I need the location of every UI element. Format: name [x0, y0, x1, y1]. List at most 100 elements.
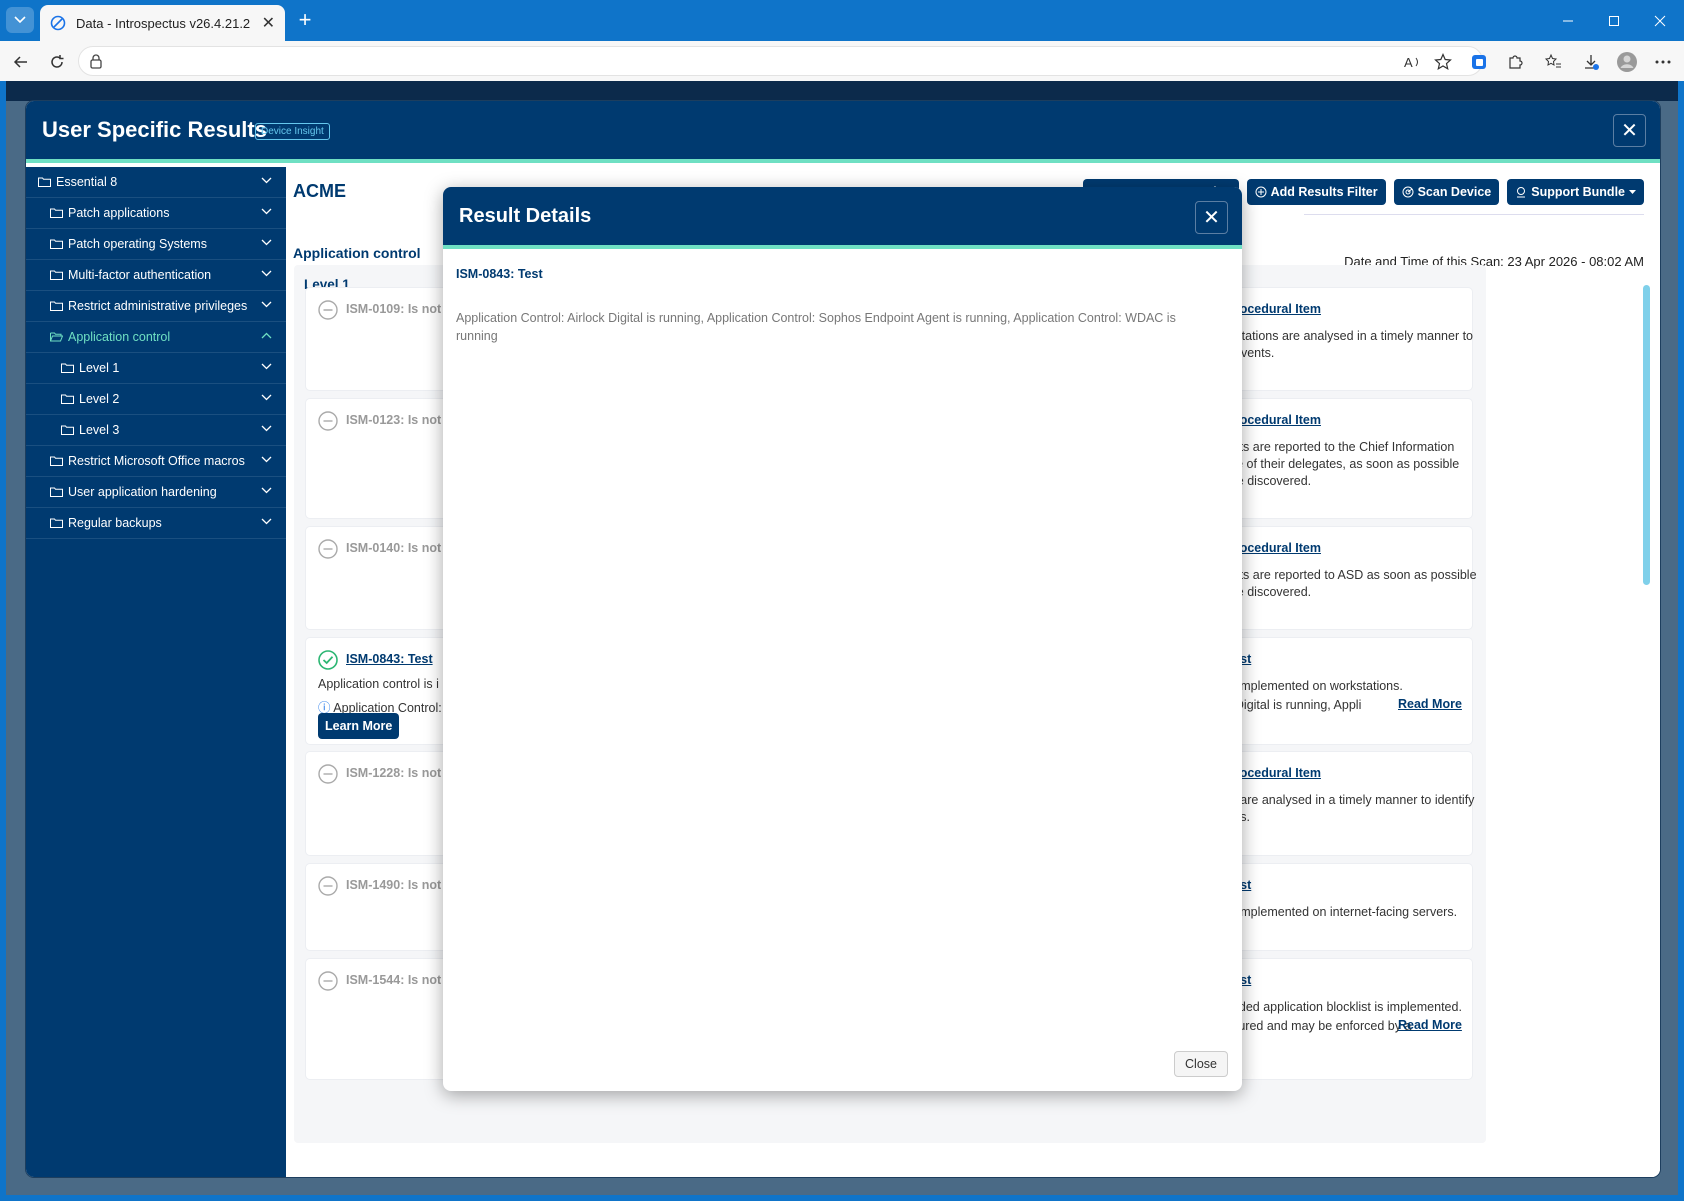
close-window-button[interactable] [1637, 0, 1683, 41]
close-icon [1654, 15, 1666, 26]
learn-more-button[interactable]: Learn More [318, 713, 400, 739]
lock-icon [90, 54, 102, 69]
site-favicon-icon [50, 15, 66, 31]
modal-close-button[interactable]: ✕ [1613, 114, 1646, 147]
device-insight-badge: Device Insight [255, 123, 330, 140]
browser-toolbar: A [0, 41, 1684, 81]
sidebar-item-label: Restrict Microsoft Office macros [68, 454, 245, 468]
scan-device-button[interactable]: Scan Device [1393, 179, 1500, 205]
puzzle-icon [1509, 55, 1523, 69]
chevron-down-icon [261, 270, 272, 277]
sidebar-item-label: Essential 8 [56, 175, 118, 189]
svg-text:A: A [1404, 55, 1413, 70]
sidebar-item[interactable]: Patch applications [26, 198, 286, 229]
check-circle-icon [318, 650, 338, 670]
result-title: ISM-1490: Is not [346, 878, 442, 892]
chevron-down-icon [261, 518, 272, 525]
result-title: ISM-1228: Is not [346, 766, 442, 780]
browser-tab-active[interactable]: Data - Introspectus v26.4.21.2 ✕ [40, 5, 285, 41]
sidebar-item[interactable]: Essential 8 [26, 167, 286, 198]
tab-close-icon[interactable]: ✕ [262, 13, 275, 33]
sidebar-item[interactable]: Patch operating Systems [26, 229, 286, 260]
folder-icon [50, 301, 63, 311]
folder-icon [61, 363, 74, 373]
new-tab-button[interactable]: + [292, 8, 318, 34]
sidebar-item-label: Patch applications [68, 206, 170, 220]
profile-button[interactable] [1614, 49, 1640, 75]
folder-icon [61, 394, 74, 404]
chevron-down-icon [14, 16, 26, 24]
folder-icon [38, 177, 51, 187]
address-bar[interactable] [78, 46, 1483, 76]
minus-circle-icon [318, 300, 338, 320]
org-name: ACME [293, 181, 346, 201]
read-aloud-button[interactable]: A [1400, 49, 1426, 75]
dialog-close-button[interactable]: Close [1174, 1051, 1228, 1077]
extensions-button[interactable] [1502, 49, 1528, 75]
sidebar-item-label: Multi-factor authentication [68, 268, 212, 282]
support-bundle-button[interactable]: Support Bundle [1507, 179, 1644, 205]
dialog-header: Result Details ✕ [443, 187, 1242, 249]
minus-circle-icon [318, 876, 338, 896]
settings-more-button[interactable] [1650, 49, 1676, 75]
result-title: ISM-0109: Is not [346, 302, 442, 316]
sidebar-item[interactable]: Regular backups [26, 508, 286, 539]
result-title: ISM-0140: Is not [346, 541, 442, 555]
tab-title: Data - Introspectus v26.4.21.2 [76, 15, 251, 31]
sidebar-item[interactable]: Application control [26, 322, 286, 353]
folder-icon [50, 518, 63, 528]
favorite-button[interactable] [1430, 49, 1456, 75]
result-title[interactable]: ISM-0843: Test [346, 652, 433, 666]
sidebar-item[interactable]: Level 2 [26, 384, 286, 415]
downloads-button[interactable] [1578, 49, 1604, 75]
tab-actions-button[interactable] [6, 7, 34, 33]
back-button[interactable] [8, 49, 34, 75]
support-bundle-label: Support Bundle [1531, 185, 1625, 199]
sidebar-item-label: Level 3 [79, 423, 120, 437]
sidebar-item[interactable]: User application hardening [26, 477, 286, 508]
plus-circle-icon [1255, 186, 1267, 198]
results-scrollbar[interactable] [1643, 285, 1650, 585]
chevron-down-icon [261, 208, 272, 215]
result-details-dialog: Result Details ✕ ISM-0843: Test Applicat… [443, 187, 1242, 1091]
folder-icon [50, 270, 63, 280]
sidebar-item[interactable]: Multi-factor authentication [26, 260, 286, 291]
scan-device-label: Scan Device [1417, 185, 1492, 199]
minus-circle-icon [318, 539, 338, 559]
collections-button[interactable] [1466, 49, 1492, 75]
sidebar-item[interactable]: Level 1 [26, 353, 286, 384]
sidebar-item-label: Level 1 [79, 361, 120, 375]
minimize-window-button[interactable] [1545, 0, 1591, 41]
maximize-window-button[interactable] [1591, 0, 1637, 41]
add-results-filter-button[interactable]: Add Results Filter [1246, 179, 1386, 205]
chevron-down-icon [261, 425, 272, 432]
maximize-icon [1609, 15, 1619, 26]
sidebar-item[interactable]: Level 3 [26, 415, 286, 446]
chevron-down-icon [261, 487, 272, 494]
dialog-close-icon-button[interactable]: ✕ [1195, 201, 1228, 234]
sidebar-item-label: Restrict administrative privileges [68, 299, 248, 313]
download-icon [1585, 55, 1599, 70]
minus-circle-icon [318, 764, 338, 784]
refresh-button[interactable] [44, 49, 70, 75]
sidebar-item[interactable]: Restrict Microsoft Office macros [26, 446, 286, 477]
folder-open-icon [50, 332, 63, 342]
avatar-icon [1617, 52, 1637, 72]
arrow-left-icon [13, 56, 27, 68]
dialog-body: Application Control: Airlock Digital is … [456, 311, 1176, 343]
read-more-link[interactable]: Read More [1398, 697, 1462, 711]
chevron-down-icon [261, 301, 272, 308]
chevron-down-icon [261, 177, 272, 184]
modal-title: User Specific Results [42, 117, 267, 142]
favorites-bar-button[interactable] [1540, 49, 1566, 75]
read-aloud-icon: A [1404, 55, 1418, 70]
dialog-title: Result Details [459, 205, 592, 227]
result-description: Application control is i [318, 677, 439, 691]
read-more-link[interactable]: Read More [1398, 1018, 1462, 1032]
caret-down-icon [1629, 189, 1636, 194]
page-header-strip [6, 81, 1678, 101]
dialog-subtitle: ISM-0843: Test [456, 267, 543, 281]
refresh-icon [51, 55, 64, 68]
sidebar-item[interactable]: Restrict administrative privileges [26, 291, 286, 322]
chevron-down-icon [261, 394, 272, 401]
